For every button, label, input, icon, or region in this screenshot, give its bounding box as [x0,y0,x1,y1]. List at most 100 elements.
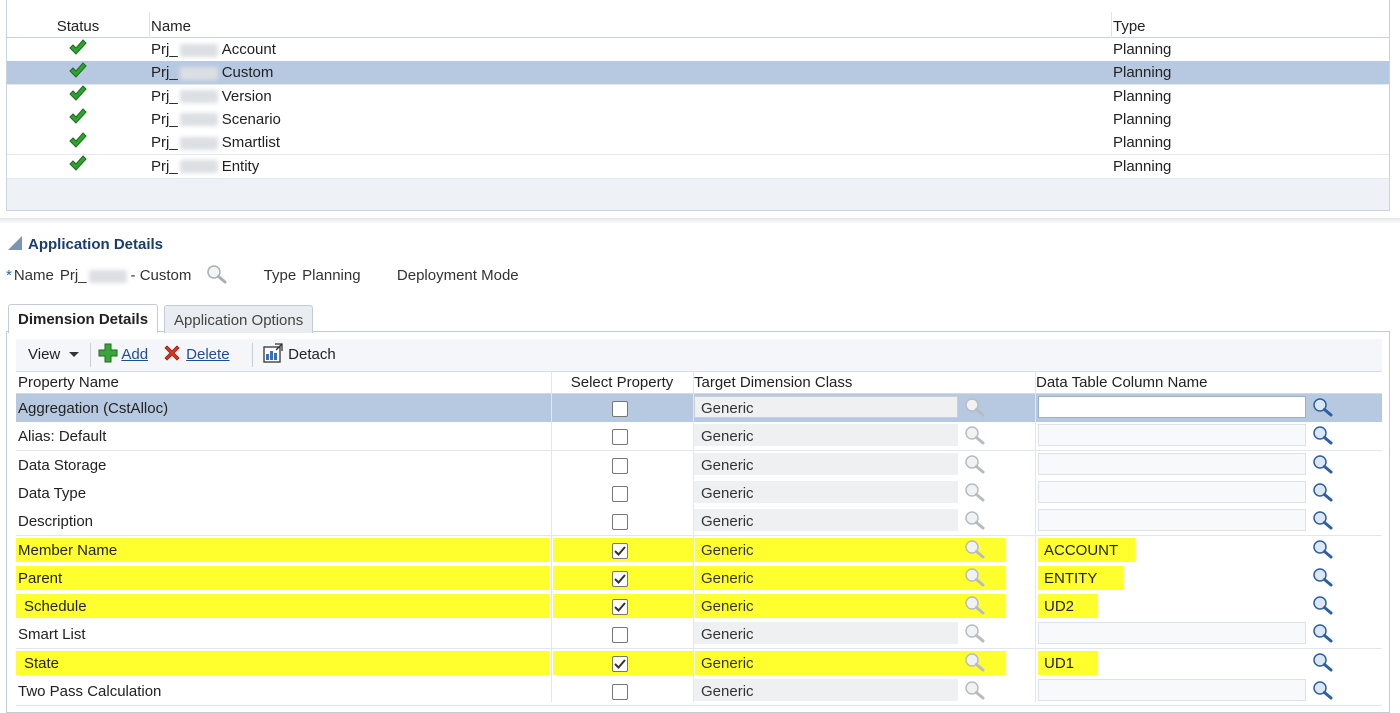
data-table-column-input[interactable] [1038,424,1306,447]
table-row[interactable]: Prj_ Entity Planning [7,154,1389,179]
table-row[interactable]: Data Type Generic [16,478,1382,508]
column-header-status[interactable]: Status [7,12,149,37]
table-row[interactable]: Prj_ Scenario Planning [7,107,1389,132]
target-dimension-class-field[interactable]: Generic [694,480,958,503]
search-icon[interactable] [964,567,986,591]
column-header-type[interactable]: Type [1113,12,1383,37]
table-row[interactable]: Schedule Generic UD2 [16,592,1382,622]
column-header-target-dimension-class[interactable]: Target Dimension Class [694,372,1034,393]
search-icon[interactable] [964,539,986,563]
target-dimension-class-field[interactable]: Generic [694,509,958,532]
target-dimension-class-field[interactable]: Generic [694,538,958,560]
search-icon[interactable] [206,264,228,288]
table-row[interactable]: Prj_ Account Planning [7,38,1389,62]
search-icon[interactable] [1312,595,1334,619]
select-property-checkbox[interactable] [612,627,628,644]
search-icon[interactable] [1312,482,1334,506]
data-table-column-input[interactable] [1038,480,1306,503]
view-menu-button[interactable]: View [28,339,80,371]
select-property-checkbox[interactable] [612,570,628,587]
search-icon[interactable] [1312,425,1334,449]
data-table-column-input[interactable] [1038,396,1306,418]
target-dimension-class-field[interactable]: Generic [694,651,958,673]
name-suffix: Scenario [221,110,281,128]
collapse-triangle-icon[interactable] [8,236,22,250]
status-cell [7,85,149,108]
select-property-checkbox[interactable] [612,684,628,700]
data-table-column-input[interactable]: ACCOUNT [1038,538,1306,560]
data-table-column-input[interactable]: ENTITY [1038,566,1306,588]
search-icon[interactable] [964,680,986,704]
redacted-text [179,90,218,104]
app-type-cell: Planning [1113,134,1172,152]
delete-button[interactable]: Delete [162,339,230,371]
search-icon[interactable] [964,482,986,506]
target-dimension-class-cell: Generic [694,620,1034,648]
search-icon[interactable] [964,397,986,421]
table-row[interactable]: Smart List Generic [16,620,1382,650]
search-icon[interactable] [1312,680,1334,704]
search-icon[interactable] [964,595,986,619]
table-row[interactable]: Prj_ Smartlist Planning [7,131,1389,156]
target-dimension-class-field[interactable]: Generic [694,594,958,616]
table-row[interactable]: Two Pass Calculation Generic [16,677,1382,706]
column-header-data-table-column-name[interactable]: Data Table Column Name [1036,372,1382,393]
search-icon[interactable] [1312,539,1334,563]
table-row[interactable]: Prj_ Custom Planning [7,61,1389,86]
target-dimension-class-field[interactable]: Generic [694,679,958,701]
data-table-column-input[interactable] [1038,452,1306,475]
add-button[interactable]: Add [98,339,148,371]
select-property-cell [552,507,692,535]
select-property-checkbox[interactable] [612,514,628,531]
search-icon[interactable] [964,454,986,478]
data-table-column-input[interactable]: UD1 [1038,651,1306,673]
search-icon[interactable] [964,510,986,534]
delete-link[interactable]: Delete [186,346,229,363]
table-row[interactable]: Data Storage Generic [16,450,1382,480]
table-row[interactable]: Prj_ Version Planning [7,84,1389,109]
table-header-row: Status Name Type [7,12,1389,38]
data-table-column-input[interactable]: UD2 [1038,594,1306,616]
select-property-checkbox[interactable] [612,429,628,446]
application-details-header[interactable]: Application Details [8,236,163,253]
search-icon[interactable] [1312,454,1334,478]
table-row[interactable]: Description Generic [16,507,1382,537]
search-icon[interactable] [1312,510,1334,534]
select-property-checkbox[interactable] [612,655,628,672]
data-table-column-input[interactable] [1038,622,1306,645]
search-icon[interactable] [1312,652,1334,676]
target-dimension-class-field[interactable]: Generic [694,424,958,447]
search-icon[interactable] [1312,567,1334,591]
select-property-checkbox[interactable] [612,599,628,616]
select-property-checkbox[interactable] [612,542,628,559]
name-label: Name [13,266,54,284]
target-dimension-class-field[interactable]: Generic [694,566,958,588]
select-property-checkbox[interactable] [612,485,628,502]
table-row[interactable]: State Generic UD1 [16,648,1382,678]
table-row[interactable]: Parent Generic ENTITY [16,563,1382,593]
select-property-checkbox[interactable] [612,457,628,474]
search-icon[interactable] [1312,623,1334,647]
search-icon[interactable] [964,623,986,647]
column-header-name[interactable]: Name [151,12,1111,37]
data-table-column-cell: UD2 [1036,592,1382,620]
table-row[interactable]: Member Name Generic ACCOUNT [16,535,1382,565]
detach-button[interactable]: Detach [262,339,336,371]
select-property-checkbox[interactable] [612,401,628,417]
data-table-column-input[interactable] [1038,679,1306,701]
status-cell [7,155,149,178]
column-header-select-property[interactable]: Select Property [552,372,692,393]
target-dimension-class-field[interactable]: Generic [694,452,958,475]
add-link[interactable]: Add [121,346,148,363]
data-table-column-input[interactable] [1038,509,1306,532]
search-icon[interactable] [1312,397,1334,421]
table-row[interactable]: Aggregation (CstAlloc) Generic [16,394,1382,423]
search-icon[interactable] [964,425,986,449]
tab-dimension-details[interactable]: Dimension Details [8,304,159,333]
tab-application-options[interactable]: Application Options [164,305,314,333]
target-dimension-class-field[interactable]: Generic [694,622,958,645]
search-icon[interactable] [964,652,986,676]
target-dimension-class-field[interactable]: Generic [694,396,958,418]
column-header-property-name[interactable]: Property Name [18,372,550,393]
table-row[interactable]: Alias: Default Generic [16,422,1382,452]
